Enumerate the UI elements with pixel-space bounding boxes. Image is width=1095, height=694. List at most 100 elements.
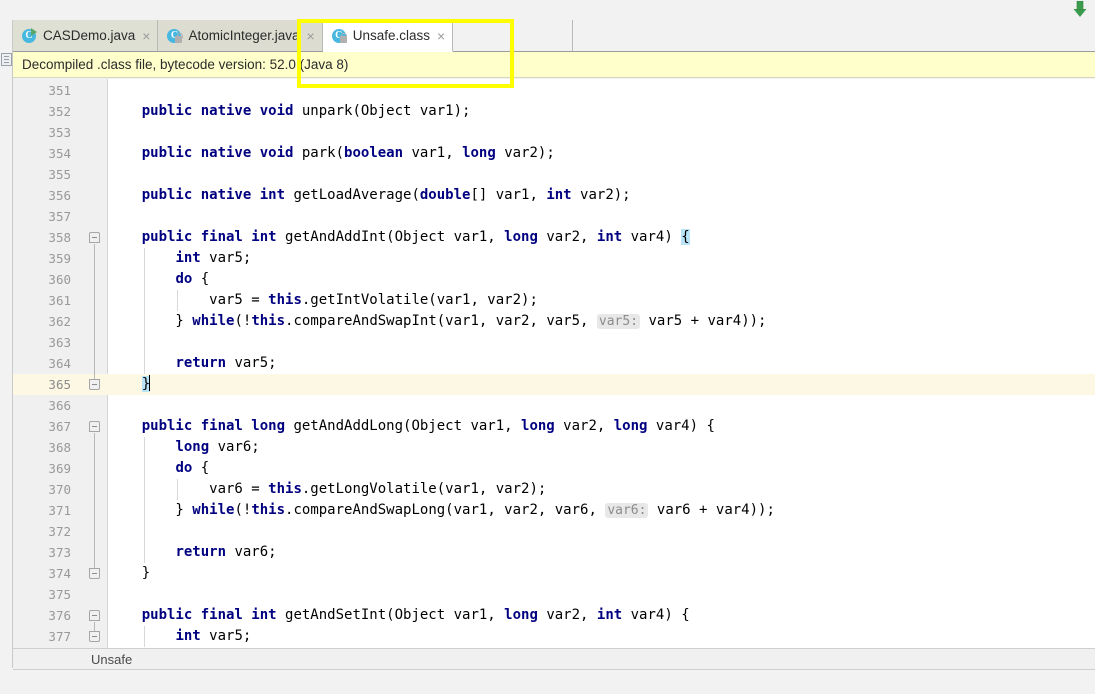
line-number: 351: [48, 83, 71, 98]
code-row[interactable]: 362 } while(!this.compareAndSwapInt(var1…: [13, 311, 1095, 332]
code-token: getAndSetInt(Object var1,: [285, 607, 505, 623]
code-token: {: [681, 229, 690, 245]
fold-region-line: [94, 244, 95, 379]
code-line-text: var6 = this.getLongVolatile(var1, var2);: [108, 479, 546, 500]
line-number: 375: [48, 587, 71, 602]
code-token: park(: [301, 145, 345, 161]
code-row[interactable]: 360 do {: [13, 269, 1095, 290]
code-row[interactable]: 377 int var5;: [13, 626, 1095, 647]
code-row[interactable]: 365 }: [13, 374, 1095, 395]
tab-bar-empty-area: [573, 20, 1095, 51]
code-token: int: [546, 187, 572, 203]
code-row[interactable]: 352 public native void unpark(Object var…: [13, 101, 1095, 122]
code-row[interactable]: 355: [13, 164, 1095, 185]
line-number: 370: [48, 482, 71, 497]
code-token: var6;: [226, 544, 277, 560]
code-token: var5 =: [108, 292, 269, 308]
fold-region-line: [94, 622, 95, 631]
code-row[interactable]: 372: [13, 521, 1095, 542]
tab-casdemo-java[interactable]: C CASDemo.java ×: [13, 20, 159, 51]
indent-guide: [143, 437, 145, 563]
line-number: 360: [48, 272, 71, 287]
fold-collapse-icon[interactable]: [89, 568, 100, 579]
tab-close-icon[interactable]: ×: [305, 29, 315, 43]
code-row[interactable]: 366: [13, 395, 1095, 416]
code-token: int: [596, 229, 623, 245]
code-token: do: [175, 460, 193, 476]
code-row[interactable]: 359 int var5;: [13, 248, 1095, 269]
line-number: 359: [48, 251, 71, 266]
code-row[interactable]: 356 public native int getLoadAverage(dou…: [13, 185, 1095, 206]
line-number: 372: [48, 524, 71, 539]
code-line-text: }: [108, 374, 151, 395]
code-row[interactable]: 369 do {: [13, 458, 1095, 479]
line-number: 355: [48, 167, 71, 182]
code-row[interactable]: 368 long var6;: [13, 437, 1095, 458]
code-token: var5;: [200, 250, 252, 266]
code-line-text: do {: [108, 269, 209, 290]
code-row[interactable]: 354 public native void park(boolean var1…: [13, 143, 1095, 164]
tab-unsafe-class[interactable]: C Unsafe.class ×: [322, 20, 454, 52]
line-number: 356: [48, 188, 71, 203]
code-token: var5;: [226, 355, 277, 371]
tab-atomicinteger-java[interactable]: C AtomicInteger.java ×: [158, 20, 323, 51]
tab-empty-slot: [453, 20, 574, 51]
code-row[interactable]: 363: [13, 332, 1095, 353]
code-row[interactable]: 364 return var5;: [13, 353, 1095, 374]
code-row[interactable]: 370 var6 = this.getLongVolatile(var1, va…: [13, 479, 1095, 500]
code-token: }: [108, 565, 151, 581]
code-row[interactable]: 357: [13, 206, 1095, 227]
code-token: {: [192, 460, 210, 476]
code-line-text: }: [108, 563, 150, 584]
text-caret: [149, 375, 151, 391]
fold-collapse-icon[interactable]: [89, 421, 100, 432]
structure-tool-icon[interactable]: [1, 53, 12, 66]
code-row[interactable]: 358 public final int getAndAddInt(Object…: [13, 227, 1095, 248]
code-row[interactable]: 351: [13, 80, 1095, 101]
tab-close-icon[interactable]: ×: [435, 29, 445, 43]
code-row[interactable]: 371 } while(!this.compareAndSwapLong(var…: [13, 500, 1095, 521]
indent-guide: [177, 290, 179, 311]
line-number: 377: [48, 629, 71, 644]
code-editor[interactable]: 351 352 public native void unpark(Object …: [13, 79, 1095, 648]
code-token: public final int: [141, 607, 286, 623]
breadcrumb[interactable]: Unsafe: [91, 652, 132, 667]
line-number: 365: [48, 377, 71, 392]
code-token: .compareAndSwapLong(var1, var2, var6,: [285, 502, 606, 518]
tab-close-icon[interactable]: ×: [140, 29, 150, 43]
code-row[interactable]: 361 var5 = this.getIntVolatile(var1, var…: [13, 290, 1095, 311]
fold-collapse-icon[interactable]: [89, 631, 100, 642]
java-class-locked-icon: C: [167, 28, 183, 44]
code-line-text: public final int getAndSetInt(Object var…: [108, 605, 690, 626]
code-token: }: [108, 502, 193, 518]
code-token: .getIntVolatile(var1, var2);: [301, 292, 538, 308]
code-token: getAndAddInt(Object var1,: [285, 229, 505, 245]
code-line-text: } while(!this.compareAndSwapInt(var1, va…: [108, 311, 766, 332]
code-row[interactable]: 353: [13, 122, 1095, 143]
code-row[interactable]: 376 public final int getAndSetInt(Object…: [13, 605, 1095, 626]
fold-collapse-icon[interactable]: [89, 232, 100, 243]
code-token: int: [596, 607, 623, 623]
code-row[interactable]: 373 return var6;: [13, 542, 1095, 563]
parameter-hint: var6:: [605, 503, 649, 518]
code-token: var2,: [537, 229, 597, 245]
fold-collapse-icon[interactable]: [89, 379, 100, 390]
code-token: }: [108, 313, 193, 329]
line-number: 353: [48, 125, 71, 140]
code-token: .compareAndSwapInt(var1, var2, var5,: [285, 313, 597, 329]
indent-guide: [143, 626, 145, 647]
code-row[interactable]: 367 public final long getAndAddLong(Obje…: [13, 416, 1095, 437]
code-row[interactable]: 375: [13, 584, 1095, 605]
code-token: public final long: [141, 418, 294, 434]
code-token: var5;: [200, 628, 252, 644]
fold-collapse-icon[interactable]: [89, 610, 100, 621]
line-number: 361: [48, 293, 71, 308]
code-row[interactable]: 374 }: [13, 563, 1095, 584]
editor-tab-bar: C CASDemo.java × C AtomicInteger.java × …: [13, 20, 1095, 52]
download-arrow-icon[interactable]: [1073, 1, 1087, 18]
